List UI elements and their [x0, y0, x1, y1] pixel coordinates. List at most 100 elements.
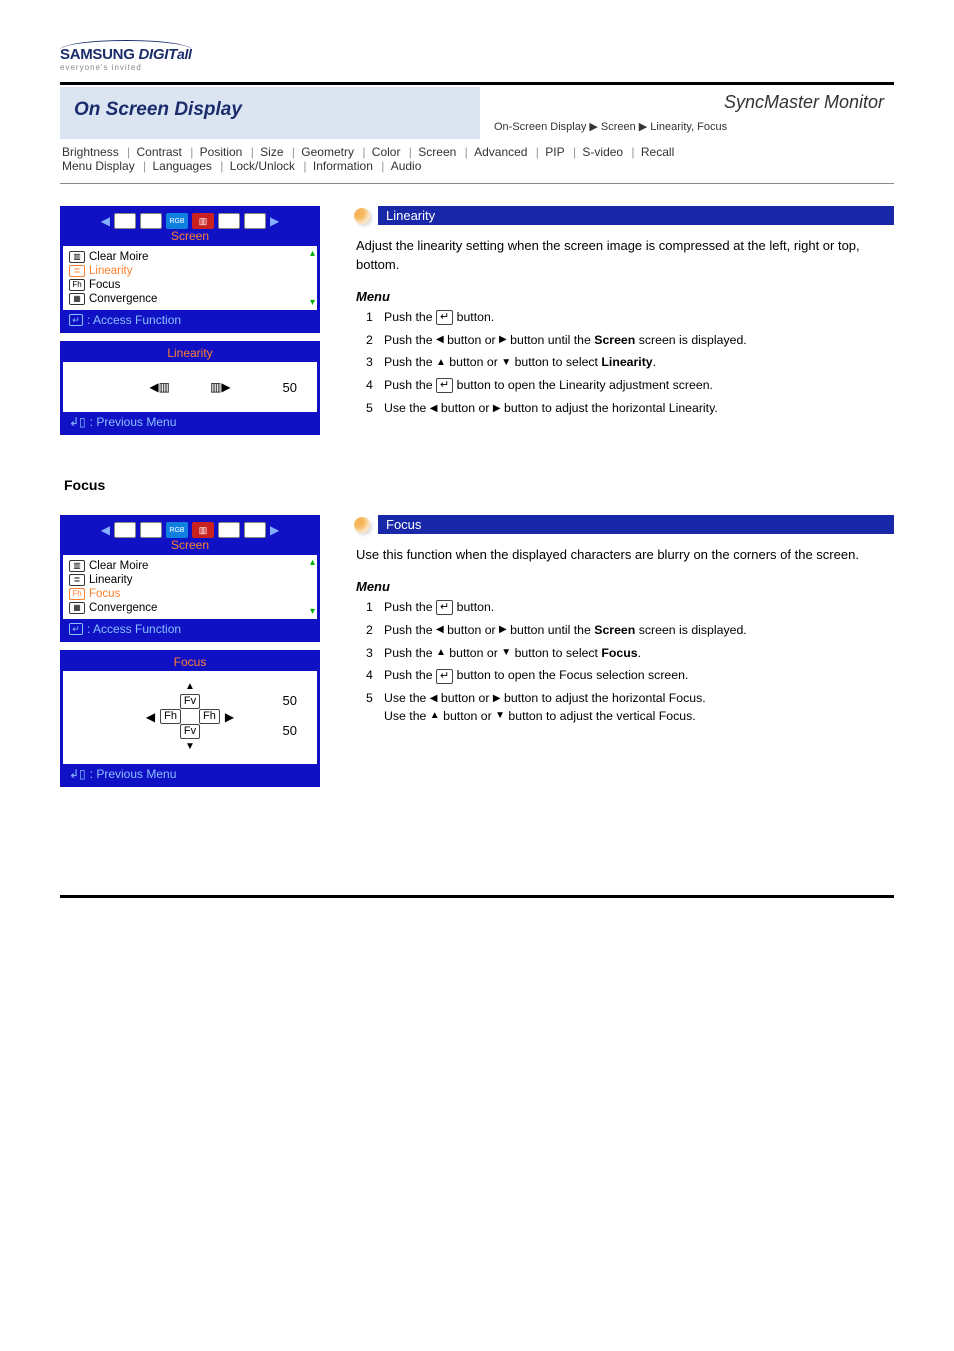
osd-adjust-linearity: Linearity ◀▥ ▥▶ 50 ↲▯ : Previous Menu [60, 341, 320, 435]
osd-tab-icon: ⌖ [114, 213, 136, 229]
toc-item[interactable]: Brightness [62, 145, 119, 159]
brand-logo: SAMSUNG DIGITall everyone's invited [60, 40, 894, 72]
toc-item[interactable]: Position [200, 145, 243, 159]
toc-item[interactable]: PIP [545, 145, 564, 159]
osd-tab-title: Screen [63, 538, 317, 555]
exit-key-icon: ↲▯ [69, 767, 86, 781]
toc-item[interactable]: Information [313, 159, 373, 173]
enter-key-icon: ↵ [69, 314, 83, 326]
osd-item-label: Clear Moire [89, 560, 148, 572]
down-key-icon: ▼ [501, 356, 511, 371]
osd-tab-icon: ◇ [140, 522, 162, 538]
toc-item[interactable]: Screen [418, 145, 456, 159]
osd-tab-screen-icon: ▥ [192, 213, 214, 229]
right-key-icon: ▶ [499, 623, 507, 638]
up-key-icon: ▲ [436, 646, 446, 661]
osd-tab-screen-icon: ▥ [192, 522, 214, 538]
osd-previous-label: : Previous Menu [90, 415, 177, 429]
fv-icon: Fv [180, 724, 200, 739]
scroll-down-icon: ▾ [310, 297, 315, 308]
osd-tab-icon: RGB [166, 522, 188, 538]
enter-key-icon: ↵ [436, 669, 453, 684]
toc-bar: Brightness | Contrast | Position | Size … [60, 139, 894, 183]
focus-fh-value: 50 [283, 693, 297, 708]
toc-item[interactable]: Menu Display [62, 159, 135, 173]
section-description: Adjust the linearity setting when the sc… [356, 237, 892, 275]
osd-item-label: Focus [89, 279, 120, 291]
osd-previous-label: : Previous Menu [90, 767, 177, 781]
enter-key-icon: ↵ [436, 378, 453, 393]
brand-name: SAMSUNG [60, 46, 135, 63]
right-key-icon: ▶ [493, 692, 501, 707]
decrease-icon: ◀▥ [149, 380, 170, 394]
focus-section-heading: Focus [64, 477, 894, 493]
down-key-icon: ▼ [185, 741, 195, 752]
section-title-bar: Linearity [378, 206, 894, 225]
brand-tagline: everyone's invited [60, 63, 894, 72]
page-title-block: On Screen Display [60, 87, 480, 139]
up-key-icon: ▲ [430, 709, 440, 724]
osd-tab-icon: RGB [166, 213, 188, 229]
enter-key-icon: ↵ [69, 623, 83, 635]
page-title: On Screen Display [74, 99, 466, 121]
convergence-icon: ▦ [69, 293, 85, 305]
scroll-up-icon: ▴ [310, 557, 315, 568]
fh-right-icon: Fh▶ [199, 709, 234, 724]
linearity-icon: ≣ [69, 265, 85, 277]
osd-tab-icon: ▣ [218, 522, 240, 538]
toc-item[interactable]: Contrast [137, 145, 182, 159]
toc-item[interactable]: Color [372, 145, 401, 159]
enter-key-icon: ↵ [436, 310, 453, 325]
osd-tab-icon: ⌖ [114, 522, 136, 538]
osd-value-title: Focus [63, 653, 317, 671]
bottom-divider [60, 895, 894, 898]
increase-icon: ▥▶ [210, 380, 231, 394]
left-key-icon: ◀ [430, 402, 438, 417]
linearity-value: 50 [283, 380, 297, 395]
section-bullet-icon [354, 517, 370, 533]
osd-tab-icon: ◇ [140, 213, 162, 229]
fh-left-icon: ◀Fh [146, 709, 181, 724]
moire-icon: ▥ [69, 560, 85, 572]
moire-icon: ▥ [69, 251, 85, 263]
osd-tab-icon: ▣ [218, 213, 240, 229]
up-key-icon: ▲ [185, 681, 195, 692]
up-key-icon: ▲ [436, 356, 446, 371]
toc-item[interactable]: Lock/Unlock [230, 159, 295, 173]
osd-menu-linearity: ◀ ⌖ ◇ RGB ▥ ▣ ▭ ▶ Screen ▴ ▥Clear Moire … [60, 206, 320, 333]
toc-item[interactable]: Size [260, 145, 283, 159]
linearity-icon: ≣ [69, 574, 85, 586]
enter-key-icon: ↵ [436, 600, 453, 615]
scroll-up-icon: ▴ [310, 248, 315, 259]
osd-item-label: Linearity [89, 265, 132, 277]
breadcrumb: On-Screen Display ▶ Screen ▶ Linearity, … [494, 120, 894, 133]
toc-divider [60, 183, 894, 184]
left-key-icon: ◀ [436, 333, 444, 348]
toc-item[interactable]: Advanced [474, 145, 527, 159]
osd-menu-focus: ◀ ⌖ ◇ RGB ▥ ▣ ▭ ▶ Screen ▴ ▥Clear Moire … [60, 515, 320, 642]
top-divider [60, 82, 894, 85]
toc-item[interactable]: Audio [391, 159, 422, 173]
osd-adjust-focus: Focus ▲ Fv ◀Fh Fh▶ Fv ▼ 50 50 ↲▯ : Previ… [60, 650, 320, 787]
brand-sub: DIGIT [135, 46, 177, 63]
toc-item[interactable]: Recall [641, 145, 674, 159]
brand-tail: all [177, 46, 192, 62]
osd-tab-icon: ▭ [244, 213, 266, 229]
section-title-bar: Focus [378, 515, 894, 534]
menu-heading: Menu [356, 579, 894, 594]
fv-icon: Fv [180, 694, 200, 709]
osd-nav-right-icon: ▶ [270, 214, 279, 228]
osd-value-title: Linearity [63, 344, 317, 362]
right-key-icon: ▶ [493, 402, 501, 417]
left-key-icon: ◀ [436, 623, 444, 638]
section-bullet-icon [354, 208, 370, 224]
menu-heading: Menu [356, 289, 894, 304]
toc-item[interactable]: Geometry [301, 145, 354, 159]
toc-item[interactable]: S-video [582, 145, 623, 159]
osd-item-label: Convergence [89, 293, 157, 305]
osd-item-label: Convergence [89, 602, 157, 614]
osd-nav-left-icon: ◀ [101, 523, 110, 537]
osd-item-label: Clear Moire [89, 251, 148, 263]
focus-fv-value: 50 [283, 723, 297, 738]
toc-item[interactable]: Languages [153, 159, 212, 173]
